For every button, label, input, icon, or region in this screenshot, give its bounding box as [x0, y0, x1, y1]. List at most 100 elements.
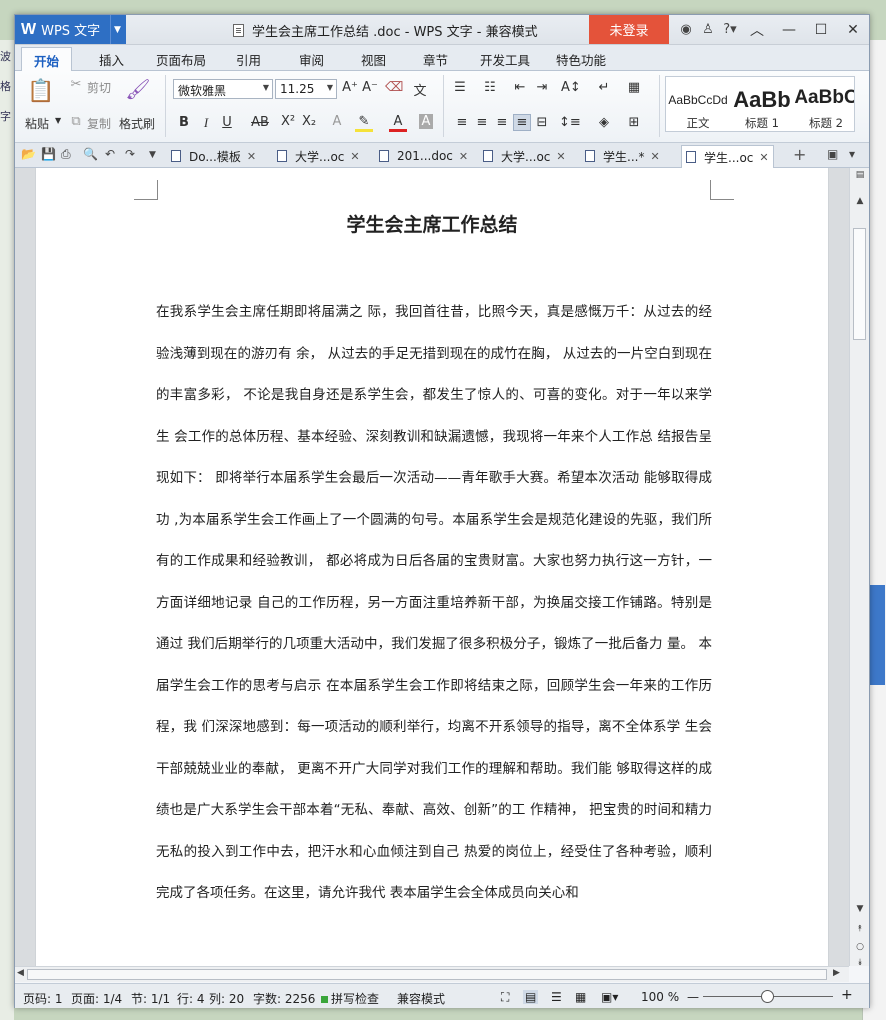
align-center-icon[interactable]: ≡ [473, 115, 491, 130]
redo-icon[interactable]: ↷ [125, 147, 135, 161]
decrease-indent-icon[interactable]: ⇤ [511, 80, 529, 95]
scissors-icon[interactable]: ✂ [67, 77, 85, 92]
horizontal-scrollbar[interactable]: ◀ ▶ [15, 966, 849, 982]
paragraph-mark-icon[interactable]: ↵ [595, 80, 613, 95]
subscript-icon[interactable]: X₂ [300, 114, 318, 129]
line-spacing-icon[interactable]: ↕≡ [559, 115, 581, 130]
new-tab-icon[interactable]: + [793, 145, 806, 164]
doc-map-icon[interactable]: ▤ [850, 170, 870, 180]
close-icon[interactable]: ✕ [837, 15, 869, 44]
text-effect-icon[interactable]: A [328, 114, 346, 129]
close-tab-icon[interactable]: ✕ [556, 150, 565, 163]
font-size-select[interactable]: 11.25 ▼ [275, 79, 337, 99]
superscript-icon[interactable]: X² [279, 114, 297, 129]
table-icon[interactable]: ▦ [625, 80, 643, 95]
tab-developer[interactable]: 开发工具 [480, 50, 530, 69]
doc-tab[interactable]: 大学...oc ✕ [479, 145, 570, 167]
scroll-down-icon[interactable]: ▼ [850, 904, 870, 914]
close-tab-icon[interactable]: ✕ [459, 150, 468, 163]
justify-icon[interactable]: ≡ [513, 114, 531, 131]
bold-icon[interactable]: B [175, 115, 193, 130]
grow-font-icon[interactable]: A⁺ [341, 80, 359, 95]
document-body[interactable]: 在我系学生会主席任期即将届满之 际，我回首往昔，比照今天，真是感慨万千：从过去的… [156, 292, 712, 915]
minimize-icon[interactable]: — [773, 15, 805, 44]
scroll-right-icon[interactable]: ▶ [833, 968, 840, 978]
tab-view[interactable]: 视图 [361, 50, 386, 69]
reading-view-icon[interactable]: ▣▾ [601, 990, 618, 1004]
tab-insert[interactable]: 插入 [99, 50, 124, 69]
save-icon[interactable]: 💾 [41, 147, 56, 161]
format-painter-icon[interactable]: 🖌 [125, 77, 151, 101]
align-right-icon[interactable]: ≡ [493, 115, 511, 130]
fullscreen-view-icon[interactable]: ⛶ [501, 990, 509, 1005]
web-view-icon[interactable]: ▦ [575, 990, 586, 1004]
tab-home[interactable]: 开始 [21, 47, 73, 71]
scroll-up-icon[interactable]: ▲ [850, 196, 870, 206]
shrink-font-icon[interactable]: A⁻ [361, 80, 379, 95]
scroll-left-icon[interactable]: ◀ [17, 968, 24, 978]
align-left-icon[interactable]: ≡ [453, 115, 471, 130]
close-tab-icon[interactable]: ✕ [247, 150, 256, 163]
tab-page-layout[interactable]: 页面布局 [156, 50, 206, 69]
bullets-icon[interactable]: ☰ [451, 80, 469, 95]
close-tab-icon[interactable]: ✕ [650, 150, 659, 163]
status-pages[interactable]: 页面: 1/4 [71, 990, 122, 1007]
paste-button[interactable]: 粘贴 [25, 115, 49, 132]
tab-references[interactable]: 引用 [236, 50, 261, 69]
zoom-in-icon[interactable]: + [841, 987, 853, 1003]
font-color-icon[interactable]: A [389, 114, 407, 132]
clear-format-icon[interactable]: ⌫ [385, 80, 403, 95]
doc-tab[interactable]: 201...doc ✕ [375, 145, 472, 167]
style-heading-2[interactable]: AaBbC 标题 2 [794, 77, 854, 131]
app-menu-button[interactable]: W WPS 文字 ▼ [15, 15, 126, 44]
page-view-icon[interactable]: ▤ [523, 990, 539, 1004]
tab-options-icon[interactable]: ▾ [849, 147, 855, 161]
tab-special[interactable]: 特色功能 [556, 50, 606, 69]
next-page-icon[interactable]: ⯯ [850, 958, 870, 968]
strikethrough-icon[interactable]: AB [247, 115, 273, 130]
copy-icon[interactable]: ⧉ [67, 114, 85, 129]
zoom-slider-handle[interactable] [761, 990, 774, 1003]
collapse-ribbon-icon[interactable]: ︿ [741, 15, 773, 44]
style-normal[interactable]: AaBbCcDd 正文 [666, 77, 730, 131]
doc-tab[interactable]: 学生...* ✕ [581, 145, 664, 167]
format-painter-button[interactable]: 格式刷 [119, 115, 155, 132]
close-tab-icon[interactable]: ✕ [350, 150, 359, 163]
cut-button[interactable]: 剪切 [87, 79, 111, 96]
previous-page-icon[interactable]: ⯭ [850, 924, 870, 934]
chevron-down-icon[interactable]: ▼ [110, 15, 124, 44]
copy-button[interactable]: 复制 [87, 115, 111, 132]
undo-icon[interactable]: ↶ [105, 147, 115, 161]
print-icon[interactable]: ⎙ [61, 147, 71, 162]
close-tab-icon[interactable]: ✕ [759, 151, 768, 164]
doc-tab-active[interactable]: 学生...oc ✕ [681, 145, 774, 168]
paste-icon[interactable]: 📋 [27, 79, 54, 104]
italic-icon[interactable]: I [197, 115, 215, 131]
help-icon[interactable]: ?▾ [719, 22, 741, 37]
paste-dropdown-icon[interactable]: ▼ [55, 116, 61, 125]
open-folder-icon[interactable]: 📂 [21, 147, 36, 161]
document-page[interactable]: 学生会主席工作总结 在我系学生会主席任期即将届满之 际，我回首往昔，比照今天，真… [35, 168, 829, 966]
spell-check-toggle[interactable]: 拼写检查 [321, 990, 379, 1007]
scroll-thumb[interactable] [853, 228, 866, 340]
tab-review[interactable]: 审阅 [299, 50, 324, 69]
maximize-icon[interactable]: ☐ [805, 15, 837, 44]
font-name-select[interactable]: 微软雅黑 ▼ [173, 79, 273, 99]
char-shading-icon[interactable]: A [419, 114, 433, 129]
customize-toolbar-icon[interactable]: ▼ [149, 150, 156, 160]
doc-tab[interactable]: Do...模板 ✕ [167, 145, 260, 167]
highlight-icon[interactable]: ✎ [355, 114, 373, 132]
vertical-scrollbar[interactable]: ▤ ▲ ▼ ⯭ ○ ⯯ [849, 168, 870, 968]
doc-tab[interactable]: 大学...oc ✕ [273, 145, 364, 167]
increase-indent-icon[interactable]: ⇥ [533, 80, 551, 95]
status-word-count[interactable]: 字数: 2256 [253, 990, 315, 1007]
shirt-icon[interactable]: ♙ [697, 22, 719, 37]
tab-list-icon[interactable]: ▣ [827, 147, 838, 161]
numbering-icon[interactable]: ☷ [481, 80, 499, 95]
distributed-icon[interactable]: ⊟ [533, 115, 551, 130]
outline-view-icon[interactable]: ☰ [551, 990, 562, 1004]
chinese-layout-icon[interactable]: A↕ [561, 80, 581, 95]
borders-icon[interactable]: ⊞ [625, 115, 643, 130]
zoom-level[interactable]: 100 % [641, 990, 679, 1004]
zoom-out-icon[interactable]: — [687, 990, 699, 1004]
